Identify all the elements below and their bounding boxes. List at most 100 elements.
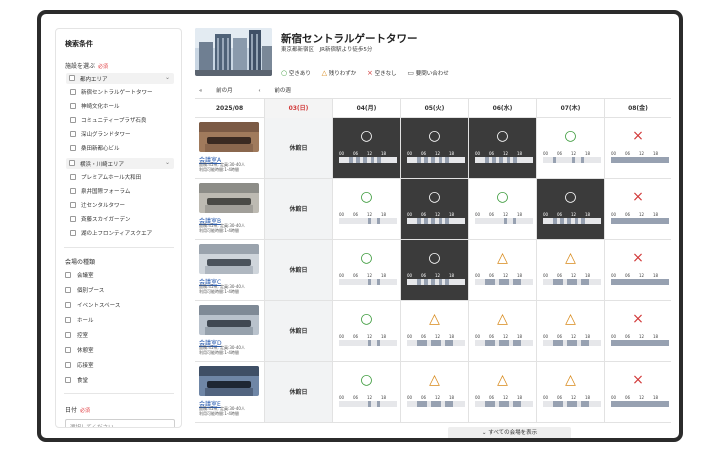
checkbox[interactable] xyxy=(65,287,71,293)
hour-tick-label: 00 xyxy=(339,151,345,156)
availability-cell[interactable]: × 00 06 12 18 xyxy=(605,240,671,301)
facility-option[interactable]: 桑田新都心ビル xyxy=(70,144,120,152)
chevron-down-icon[interactable]: ⌄ xyxy=(165,159,170,166)
availability-cell[interactable]: ○ 00 06 12 18 xyxy=(333,301,401,362)
checkbox[interactable] xyxy=(65,302,71,308)
type-option[interactable]: イベントスペース xyxy=(65,301,120,309)
hour-tick-label: 12 xyxy=(571,334,577,339)
facility-option[interactable]: 湖の上フロンティアスクエア xyxy=(70,229,152,237)
availability-cell[interactable]: △ 00 06 12 18 xyxy=(537,301,605,362)
room-photo[interactable] xyxy=(199,305,259,335)
hour-tick-label: 00 xyxy=(611,151,617,156)
hour-tick-label: 12 xyxy=(435,212,441,217)
checkbox[interactable] xyxy=(65,272,71,278)
room-photo[interactable] xyxy=(199,366,259,396)
type-option[interactable]: ホール xyxy=(65,316,94,324)
checkbox[interactable] xyxy=(65,362,71,368)
checkbox[interactable] xyxy=(70,230,76,236)
show-all-venues-button[interactable]: ⌄ すべての会場を表示 xyxy=(448,427,571,438)
checkbox[interactable] xyxy=(70,103,76,109)
room-photo[interactable] xyxy=(199,244,259,274)
availability-cell[interactable]: ○ 00 06 12 18 xyxy=(333,362,401,423)
checkbox[interactable] xyxy=(70,202,76,208)
availability-cell[interactable]: × 00 06 12 18 xyxy=(605,362,671,423)
chevron-down-icon[interactable]: ⌄ xyxy=(165,74,170,81)
availability-cell[interactable]: △ 00 06 12 18 xyxy=(469,362,537,423)
facility-option[interactable]: プレミアムホール大和田 xyxy=(70,173,141,181)
prev-week-link[interactable]: ‹ 前の週 xyxy=(258,88,302,94)
timeline-bar xyxy=(407,279,465,285)
booked-segment xyxy=(368,340,371,346)
facility-option[interactable]: 新宿セントラルゲートタワー xyxy=(70,88,153,96)
facility-option[interactable]: 神崎文化ホール xyxy=(70,102,120,110)
availability-cell[interactable]: △ 00 06 12 18 xyxy=(469,301,537,362)
area-group-tokyo[interactable]: 都内エリア ⌄ xyxy=(66,73,174,84)
checkbox[interactable] xyxy=(70,216,76,222)
availability-cell[interactable]: △ 00 06 12 18 xyxy=(537,362,605,423)
facility-option[interactable]: 斉藤スカイガーデン xyxy=(70,215,131,223)
booked-segment xyxy=(611,218,669,224)
day-header: 06(水) xyxy=(469,99,537,118)
room-photo-svg xyxy=(199,183,259,213)
checkbox[interactable] xyxy=(69,75,75,81)
checkbox[interactable] xyxy=(70,117,76,123)
availability-cell[interactable]: ○ 00 06 12 18 xyxy=(333,179,401,240)
availability-cell[interactable]: ○ 00 06 12 18 xyxy=(537,179,605,240)
availability-cell[interactable]: △ 00 06 12 18 xyxy=(537,240,605,301)
hour-tick-label: 12 xyxy=(503,151,509,156)
availability-cell[interactable]: ○ 00 06 12 18 xyxy=(333,240,401,301)
date-input[interactable]: 選択してください xyxy=(65,419,175,427)
type-option[interactable]: 応接室 xyxy=(65,361,94,369)
legend-item: ○ 空きあり xyxy=(281,69,311,77)
room-photo-svg xyxy=(199,366,259,396)
checkbox[interactable] xyxy=(70,174,76,180)
room-photo[interactable] xyxy=(199,122,259,152)
availability-cell[interactable]: ○ 00 06 12 18 xyxy=(537,118,605,179)
room-photo[interactable] xyxy=(199,183,259,213)
facility-option[interactable]: コミュニティープラザ石良 xyxy=(70,116,146,124)
booked-segment xyxy=(485,401,496,407)
type-option[interactable]: 会議室 xyxy=(65,271,94,279)
availability-cell[interactable]: ○ 00 06 12 18 xyxy=(469,179,537,240)
type-option[interactable]: 控室 xyxy=(65,331,88,339)
checkbox[interactable] xyxy=(69,160,75,166)
availability-cell[interactable]: × 00 06 12 18 xyxy=(605,301,671,362)
checkbox[interactable] xyxy=(70,145,76,151)
checkbox[interactable] xyxy=(65,347,71,353)
checkbox[interactable] xyxy=(70,89,76,95)
checkbox[interactable] xyxy=(65,332,71,338)
booked-segment xyxy=(417,218,421,224)
type-option[interactable]: 休憩室 xyxy=(65,346,94,354)
app-window: 検索条件 施設を選ぶ 必須 都内エリア ⌄ 新宿セントラルゲートタワー 神崎文化ホ… xyxy=(41,14,679,438)
availability-cell[interactable]: △ 00 06 12 18 xyxy=(401,362,469,423)
checkbox[interactable] xyxy=(65,377,71,383)
hour-tick-label: 00 xyxy=(611,273,617,278)
timeline-bar xyxy=(407,401,465,407)
hour-tick-label: 00 xyxy=(407,212,413,217)
availability-cell[interactable]: △ 00 06 12 18 xyxy=(469,240,537,301)
type-option[interactable]: 個別ブース xyxy=(65,286,104,294)
booked-segment xyxy=(445,157,449,163)
availability-cell[interactable]: × 00 06 12 18 xyxy=(605,118,671,179)
availability-cell[interactable]: ○ 00 06 12 18 xyxy=(333,118,401,179)
checkbox[interactable] xyxy=(65,317,71,323)
divider xyxy=(64,247,174,248)
checkbox[interactable] xyxy=(70,188,76,194)
availability-cell[interactable]: ○ 00 06 12 18 xyxy=(401,179,469,240)
availability-cell[interactable]: △ 00 06 12 18 xyxy=(401,301,469,362)
facility-option[interactable]: 泉井国際フォーラム xyxy=(70,187,130,195)
availability-cell[interactable]: ○ 00 06 12 18 xyxy=(401,118,469,179)
prev-month-link[interactable]: « 前の月 xyxy=(199,88,245,94)
availability-cell[interactable]: ○ 00 06 12 18 xyxy=(469,118,537,179)
circle-icon: ○ xyxy=(428,128,441,144)
type-option[interactable]: 食堂 xyxy=(65,376,88,384)
checkbox[interactable] xyxy=(70,131,76,137)
area-group-yokohama[interactable]: 横浜・川崎エリア ⌄ xyxy=(66,158,174,169)
cross-icon: × xyxy=(632,372,644,388)
availability-cell[interactable]: ○ 00 06 12 18 xyxy=(401,240,469,301)
hour-tick-label: 00 xyxy=(611,395,617,400)
booked-segment xyxy=(438,218,442,224)
facility-option[interactable]: 辻センタルタワー xyxy=(70,201,125,209)
availability-cell[interactable]: × 00 06 12 18 xyxy=(605,179,671,240)
facility-option[interactable]: 深山グランドタワー xyxy=(70,130,131,138)
